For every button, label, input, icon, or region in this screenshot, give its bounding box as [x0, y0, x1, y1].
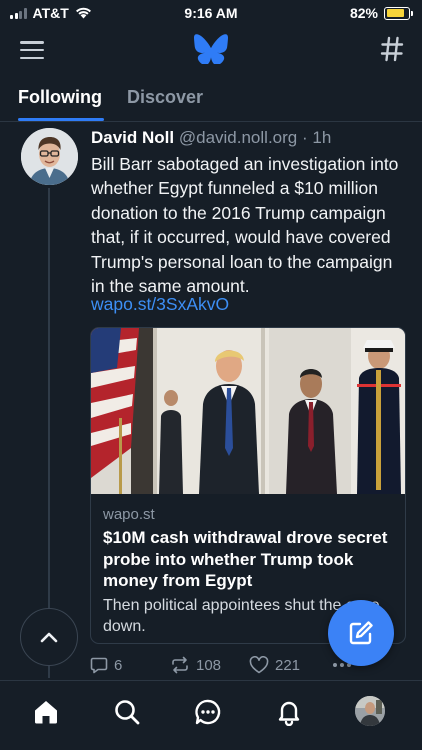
post-timestamp[interactable]: 1h	[312, 128, 331, 147]
nav-chat[interactable]	[193, 697, 223, 727]
like-button[interactable]: 221	[249, 656, 300, 674]
repost-icon	[172, 656, 188, 674]
hashtag-icon[interactable]	[380, 36, 404, 62]
notifications-bell-icon	[278, 701, 300, 726]
reply-count: 6	[114, 656, 123, 674]
bottom-navigation	[0, 680, 422, 750]
status-bar: AT&T 9:16 AM 82%	[0, 0, 422, 26]
author-handle[interactable]: @david.noll.org	[179, 128, 297, 147]
home-icon	[35, 701, 57, 724]
heart-icon	[249, 656, 269, 674]
feed-tabs: Following Discover	[0, 82, 422, 122]
carrier-group: AT&T	[10, 5, 92, 21]
scroll-to-top-button[interactable]	[20, 608, 78, 666]
post-link[interactable]: wapo.st/3SxAkvO	[91, 294, 229, 315]
link-preview-domain: wapo.st	[103, 506, 155, 523]
battery-percent: 82%	[349, 5, 378, 21]
tab-following[interactable]: Following	[18, 87, 102, 108]
link-preview-title: $10M cash withdrawal drove secret probe …	[103, 528, 388, 590]
active-tab-indicator	[18, 118, 104, 121]
reply-icon	[90, 657, 108, 674]
profile-avatar[interactable]	[355, 696, 385, 726]
battery-icon	[384, 6, 413, 20]
chat-icon	[195, 699, 221, 725]
wifi-icon	[75, 7, 91, 19]
butterfly-logo-icon[interactable]	[194, 34, 228, 64]
reply-button[interactable]: 6	[90, 656, 122, 674]
author-name[interactable]: David Noll	[91, 128, 174, 147]
search-icon	[115, 700, 140, 725]
nav-notifications[interactable]	[274, 697, 304, 727]
like-count: 221	[275, 656, 301, 674]
top-navigation	[0, 26, 422, 72]
thread-line	[48, 188, 50, 678]
repost-button[interactable]: 108	[170, 656, 221, 674]
nav-search[interactable]	[112, 697, 142, 727]
chevron-up-icon	[40, 632, 58, 643]
post-header: David Noll @david.noll.org · 1h	[91, 128, 331, 148]
battery-group: 82%	[349, 5, 413, 21]
repost-count: 108	[196, 656, 222, 674]
tab-discover[interactable]: Discover	[127, 87, 203, 108]
post-text: Bill Barr sabotaged an investigation int…	[91, 154, 399, 297]
author-avatar[interactable]	[21, 128, 78, 185]
menu-icon[interactable]	[20, 41, 44, 59]
compose-pencil-icon	[349, 621, 373, 645]
header-separator: ·	[297, 128, 313, 147]
carrier-label: AT&T	[32, 5, 69, 21]
signal-bars-icon	[10, 7, 27, 19]
link-preview-card[interactable]: wapo.st $10M cash withdrawal drove secre…	[90, 327, 406, 644]
link-preview-image	[91, 328, 405, 494]
battery-level-fill	[386, 9, 404, 17]
compose-button[interactable]	[328, 600, 394, 666]
nav-home[interactable]	[31, 697, 61, 727]
